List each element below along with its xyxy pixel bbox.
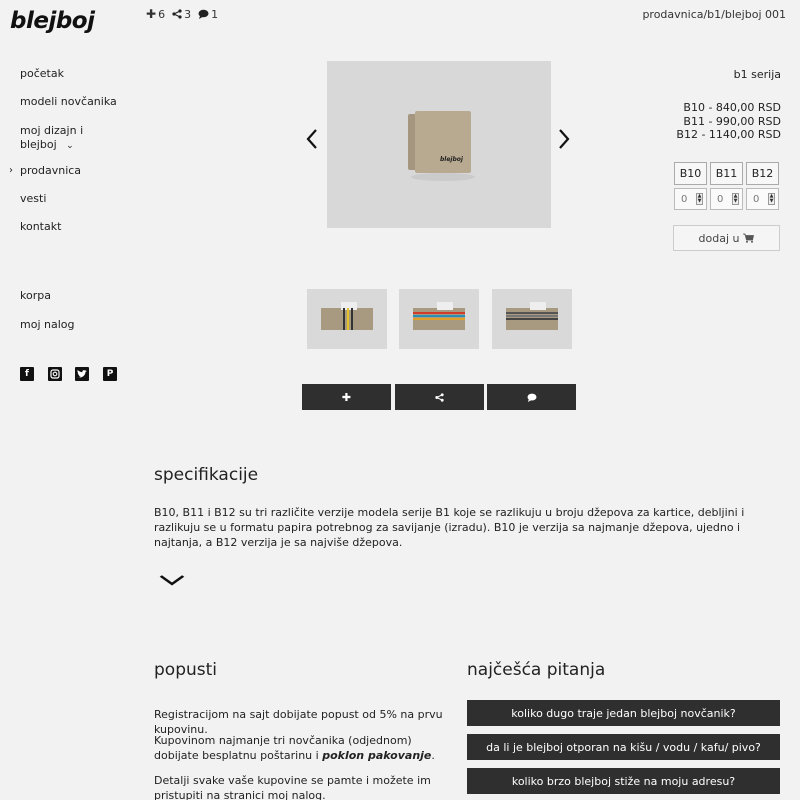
thumbnail-2[interactable] [399, 289, 479, 349]
twitter-icon[interactable] [75, 367, 89, 381]
size-button-b10[interactable]: B10 [674, 162, 707, 185]
thumbnail-1[interactable] [307, 289, 387, 349]
add-to-cart-button[interactable]: dodaj u [673, 225, 780, 251]
size-button-b12[interactable]: B12 [746, 162, 779, 185]
price-b11: B11 - 990,00 RSD [683, 115, 781, 128]
thumb-wallet [506, 302, 558, 330]
comment-button[interactable] [487, 384, 576, 410]
facebook-icon[interactable]: f [20, 367, 34, 381]
sidebar-item-label: moj dizajn i [20, 124, 84, 137]
spinner-icon[interactable]: ▲ ▼ [732, 193, 739, 205]
sidebar-item-moj-dizajn[interactable]: moj dizajn i blejboj ⌄ [20, 124, 83, 153]
quantity-stepper-b10[interactable]: 0 ▲ ▼ [674, 188, 707, 210]
sidebar-item-modeli[interactable]: modeli novčanika [20, 95, 117, 109]
series-label: b1 serija [733, 68, 781, 81]
sidebar-item-korpa[interactable]: korpa [20, 289, 51, 303]
sidebar-item-prodavnica[interactable]: prodavnica [20, 164, 81, 178]
shares-stat: 3 [172, 7, 191, 21]
wallet-shadow [411, 173, 475, 181]
spinner-icon[interactable]: ▲ ▼ [768, 193, 775, 205]
discounts-title: popusti [154, 660, 218, 680]
add-button[interactable]: ✚ [302, 384, 391, 410]
faq-item-1[interactable]: koliko dugo traje jedan blejboj novčanik… [467, 700, 780, 726]
cart-icon [743, 233, 755, 243]
sidebar-item-pocetak[interactable]: početak [20, 67, 64, 81]
discount-text-2: Kupovinom najmanje tri novčanika (odjedn… [154, 734, 435, 762]
thumb-wallet [321, 302, 373, 330]
faq-item-3[interactable]: koliko brzo blejboj stiže na moju adresu… [467, 768, 780, 794]
gift-wrap-text: poklon pakovanje [322, 749, 432, 762]
spinner-icon[interactable]: ▲ ▼ [696, 193, 703, 205]
sidebar-item-vesti[interactable]: vesti [20, 192, 46, 206]
adds-stat: ✚ 6 [146, 7, 166, 21]
size-button-b11[interactable]: B11 [710, 162, 743, 185]
expand-chevron-icon[interactable] [159, 567, 185, 591]
thumbnail-3[interactable] [492, 289, 572, 349]
sidebar-item-kontakt[interactable]: kontakt [20, 220, 61, 234]
spec-text: B10, B11 i B12 su tri različite verzije … [154, 506, 745, 549]
wallet-logo: blejboj [440, 156, 463, 163]
sidebar-item-moj-nalog[interactable]: moj nalog [20, 318, 74, 332]
pinterest-icon[interactable]: P [103, 367, 117, 381]
thumb-wallet [413, 302, 465, 330]
price-b10: B10 - 840,00 RSD [683, 101, 781, 114]
comment-icon [198, 9, 209, 19]
price-b12: B12 - 1140,00 RSD [676, 128, 781, 141]
faq-item-2[interactable]: da li je blejboj otporan na kišu / vodu … [467, 734, 780, 760]
comments-stat: 1 [198, 7, 218, 21]
plus-icon: ✚ [146, 7, 157, 21]
breadcrumb: prodavnica/b1/blejboj 001 [642, 8, 786, 21]
share-icon [435, 392, 444, 402]
share-icon [172, 9, 182, 19]
comment-icon [527, 393, 536, 402]
share-button[interactable] [395, 384, 484, 410]
quantity-stepper-b11[interactable]: 0 ▲ ▼ [710, 188, 743, 210]
product-stats: ✚ 6 3 1 [146, 7, 218, 21]
sidebar-item-label-2: blejboj [20, 138, 57, 151]
chevron-down-icon: ⌄ [66, 141, 74, 151]
spec-title: specifikacije [154, 465, 259, 485]
faq-title: najčešća pitanja [467, 660, 606, 680]
next-image-icon[interactable] [557, 128, 571, 155]
prev-image-icon[interactable] [305, 128, 319, 155]
product-main-image[interactable]: blejboj [327, 61, 551, 228]
wallet-front [415, 111, 471, 173]
active-indicator-icon: › [9, 165, 13, 176]
site-logo[interactable]: blejboj [10, 8, 95, 34]
quantity-stepper-b12[interactable]: 0 ▲ ▼ [746, 188, 779, 210]
plus-icon: ✚ [341, 390, 352, 404]
instagram-icon[interactable] [48, 367, 62, 381]
discount-text-3: Detalji svake vaše kupovine se pamte i m… [154, 774, 431, 800]
